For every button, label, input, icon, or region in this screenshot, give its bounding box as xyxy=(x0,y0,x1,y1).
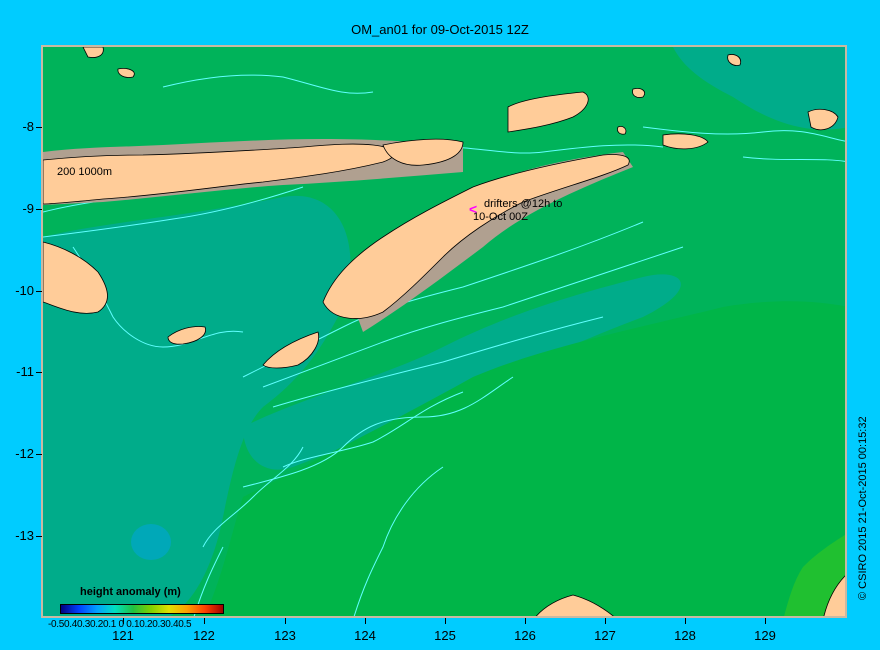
y-axis-label: -9 xyxy=(22,201,34,216)
x-axis-label: 126 xyxy=(514,628,536,643)
map-canvas: < drifters @12h to 10-Oct 00Z 200 1000m xyxy=(43,47,845,616)
x-axis-label: 124 xyxy=(354,628,376,643)
low-anomaly-spot xyxy=(131,524,171,560)
x-axis-label: 127 xyxy=(594,628,616,643)
map-title: OM_an01 for 09-Oct-2015 12Z xyxy=(351,22,529,37)
y-tick xyxy=(36,536,42,537)
legend-title: height anomaly (m) xyxy=(80,586,181,598)
drifter-annotation-line2: 10-Oct 00Z xyxy=(473,211,528,223)
credit-text: © CSIRO 2015 21-Oct-2015 00:15:32 xyxy=(857,416,869,600)
y-tick xyxy=(36,454,42,455)
x-tick xyxy=(525,618,526,624)
x-tick xyxy=(685,618,686,624)
contour-depth-label: 200 1000m xyxy=(57,166,112,178)
colorbar-tick-labels: -0.50.40.30.20.1 0 0.10.20.30.40.5 xyxy=(48,619,192,630)
colorbar xyxy=(60,604,224,614)
map-panel: < drifters @12h to 10-Oct 00Z 200 1000m xyxy=(41,45,847,618)
x-axis-label: 128 xyxy=(674,628,696,643)
y-tick xyxy=(36,127,42,128)
x-tick xyxy=(445,618,446,624)
y-tick xyxy=(36,372,42,373)
x-axis-label: 123 xyxy=(274,628,296,643)
x-tick xyxy=(765,618,766,624)
islet-4 xyxy=(617,126,627,135)
y-axis-label: -12 xyxy=(15,446,34,461)
y-tick xyxy=(36,291,42,292)
x-axis-label: 125 xyxy=(434,628,456,643)
x-axis-label: 129 xyxy=(754,628,776,643)
x-axis-label: 121 xyxy=(112,628,134,643)
x-axis-label: 122 xyxy=(193,628,215,643)
x-tick xyxy=(285,618,286,624)
y-axis-label: -11 xyxy=(16,364,34,379)
islet-2 xyxy=(632,88,646,98)
y-tick xyxy=(36,209,42,210)
y-axis-label: -8 xyxy=(22,119,34,134)
x-tick xyxy=(365,618,366,624)
x-tick xyxy=(605,618,606,624)
y-axis-label: -13 xyxy=(15,528,34,543)
drifter-annotation-line1: drifters @12h to xyxy=(484,198,562,210)
y-axis-label: -10 xyxy=(15,283,34,298)
